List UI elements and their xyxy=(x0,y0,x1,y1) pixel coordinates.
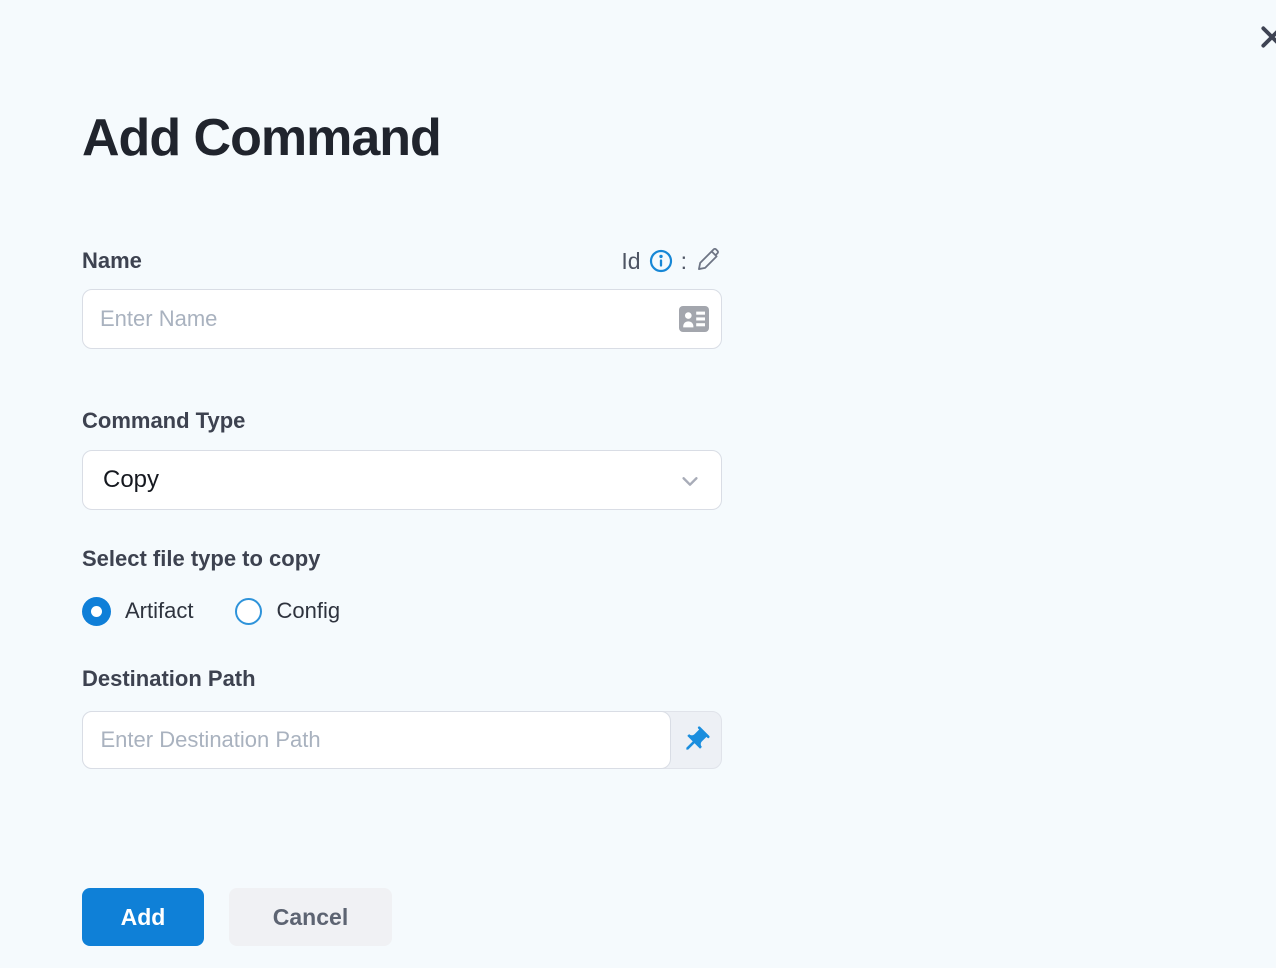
name-field-header: Name Id : xyxy=(82,246,722,276)
pencil-icon xyxy=(695,246,722,276)
radio-config-label[interactable]: Config xyxy=(276,598,340,624)
action-buttons: Add Cancel xyxy=(82,888,392,946)
add-button[interactable]: Add xyxy=(82,888,204,946)
destination-path-label: Destination Path xyxy=(82,666,256,691)
cancel-button[interactable]: Cancel xyxy=(229,888,392,946)
page-title: Add Command xyxy=(82,109,442,167)
name-label: Name xyxy=(82,248,142,273)
close-icon xyxy=(1256,26,1276,56)
close-button[interactable] xyxy=(1256,21,1276,53)
file-type-label: Select file type to copy xyxy=(82,546,321,571)
radio-artifact-label[interactable]: Artifact xyxy=(125,598,193,624)
command-type-select[interactable]: Copy xyxy=(82,450,722,510)
radio-config[interactable] xyxy=(235,597,263,625)
info-icon[interactable] xyxy=(649,249,673,273)
name-field-wrap xyxy=(82,289,722,349)
edit-id-button[interactable] xyxy=(695,246,722,276)
radio-artifact[interactable] xyxy=(82,596,111,626)
add-command-panel: Add Command Name Id : Enter Name Command… xyxy=(0,0,1276,968)
command-type-value: Copy xyxy=(103,466,160,493)
destination-path-input[interactable] xyxy=(81,710,671,769)
name-input[interactable] xyxy=(82,289,722,349)
file-type-radio-group: Artifact Config xyxy=(82,595,340,627)
id-group: Id : xyxy=(621,246,722,276)
id-separator: : xyxy=(680,247,687,274)
pushpin-icon xyxy=(680,725,711,756)
destination-path-wrap xyxy=(81,710,722,769)
command-type-label: Command Type xyxy=(82,408,246,433)
id-label: Id xyxy=(621,247,641,274)
pin-path-button[interactable] xyxy=(680,725,711,756)
radio-dot xyxy=(91,605,102,617)
chevron-down-icon xyxy=(679,470,701,497)
